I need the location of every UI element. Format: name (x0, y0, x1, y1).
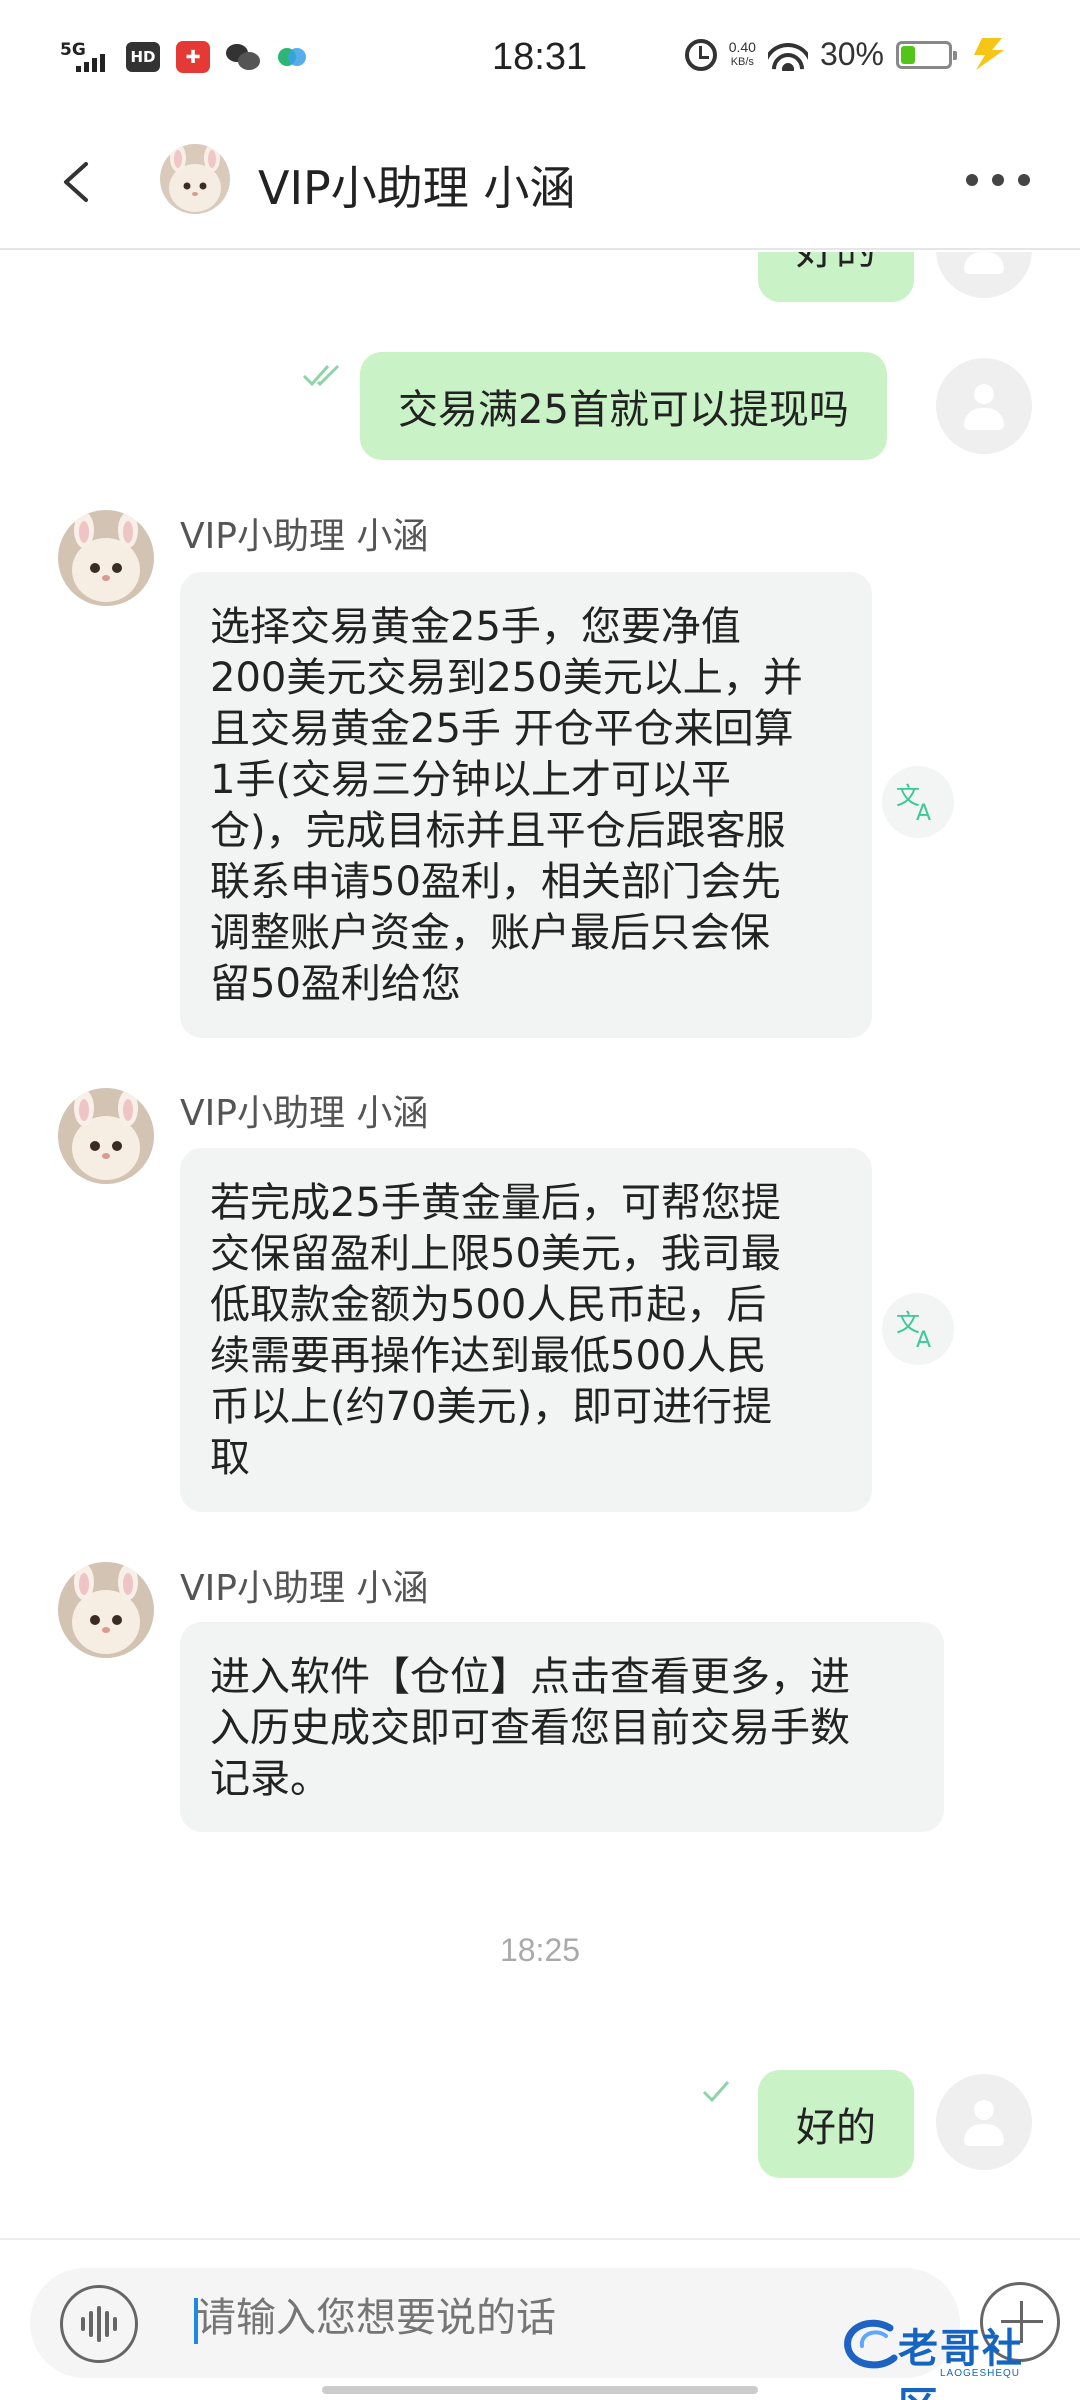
agent-avatar[interactable] (58, 1562, 154, 1658)
sender-name: VIP小助理 小涵 (180, 1568, 429, 1609)
outgoing-message[interactable]: 交易满25首就可以提现吗 (360, 352, 887, 460)
contact-avatar[interactable] (160, 144, 230, 214)
self-avatar[interactable] (936, 358, 1032, 454)
message-line: 调整账户资金，账户最后只会保 (210, 910, 770, 956)
input-pill (30, 2268, 960, 2378)
message-line: 入历史成交即可查看您目前交易手数 (210, 1705, 850, 1751)
status-bar: 5G HD ✚ 18:31 0.40 KB/s 30% (0, 0, 1080, 120)
watermark: 老哥社区 LAOGESHEQU (840, 2310, 1060, 2400)
sender-name: VIP小助理 小涵 (180, 516, 429, 557)
message-line: 进入软件【仓位】点击查看更多，进 (210, 1654, 850, 1700)
chat-title: VIP小助理 小涵 (258, 161, 576, 215)
watermark-text: 老哥社区 (898, 2326, 1024, 2400)
read-check-icon (702, 2081, 730, 2102)
watermark-subtext: LAOGESHEQU (940, 2368, 1021, 2379)
self-avatar[interactable] (936, 2074, 1032, 2170)
watermark-logo-icon (844, 2319, 898, 2369)
outgoing-message[interactable]: 好的 (758, 2070, 914, 2178)
translate-button[interactable]: 文 A (882, 766, 954, 838)
message-line: 低取款金额为500人民币起，后 (210, 1282, 767, 1328)
outgoing-message[interactable]: 好的 (758, 252, 914, 302)
message-line: 且交易黄金25手 开仓平仓来回算 (210, 706, 794, 752)
battery-percent: 30% (819, 36, 884, 72)
voice-wave-icon[interactable] (60, 2285, 138, 2363)
message-line: 选择交易黄金25手，您要净值 (210, 604, 741, 650)
app-notification-icon: ✚ (176, 41, 210, 73)
incoming-message[interactable]: 进入软件【仓位】点击查看更多，进 入历史成交即可查看您目前交易手数 记录。 (180, 1622, 944, 1832)
message-line: 200美元交易到250美元以上，并 (210, 655, 803, 701)
incoming-message[interactable]: 选择交易黄金25手，您要净值 200美元交易到250美元以上，并 且交易黄金25… (180, 572, 872, 1038)
svg-text:A: A (916, 801, 931, 822)
translate-button[interactable]: 文 A (882, 1293, 954, 1365)
alarm-icon (684, 38, 717, 71)
message-input[interactable] (196, 2296, 796, 2341)
message-line: 若完成25手黄金量后，可帮您提 (210, 1180, 781, 1226)
cellular-signal-icon: 5G (60, 40, 110, 74)
composer: 老哥社区 LAOGESHEQU (0, 2238, 1080, 2400)
wifi-icon (767, 38, 808, 71)
chevron-left-icon[interactable] (56, 160, 100, 204)
message-line: 仓)，完成目标并且平仓后跟客服 (210, 808, 786, 854)
network-speed: 0.40 KB/s (728, 38, 756, 68)
message-line: 交保留盈利上限50美元，我司最 (210, 1231, 781, 1277)
translate-icon: 文 A (896, 1309, 931, 1349)
svg-text:A: A (916, 1328, 931, 1349)
message-timestamp: 18:25 (499, 1932, 581, 1968)
message-line: 联系申请50盈利，相关部门会先 (210, 859, 781, 905)
message-line: 1手(交易三分钟以上才可以平 (210, 757, 732, 803)
message-line: 续需要再操作达到最低500人民 (210, 1333, 767, 1379)
message-line: 记录。 (210, 1756, 330, 1802)
status-time: 18:31 (492, 36, 588, 78)
charging-bolt-icon (974, 38, 1004, 70)
sender-name: VIP小助理 小涵 (180, 1093, 429, 1134)
chat-header: VIP小助理 小涵 (0, 120, 1080, 250)
message-line: 取 (210, 1435, 250, 1481)
home-indicator[interactable] (322, 2386, 758, 2394)
translate-icon: 文 A (896, 782, 931, 822)
self-avatar[interactable] (936, 252, 1032, 298)
agent-avatar[interactable] (58, 510, 154, 606)
message-line: 币以上(约70美元)，即可进行提 (210, 1384, 773, 1430)
incoming-message[interactable]: 若完成25手黄金量后，可帮您提 交保留盈利上限50美元，我司最 低取款金额为50… (180, 1148, 872, 1512)
agent-avatar[interactable] (58, 1088, 154, 1184)
more-horizontal-icon[interactable] (966, 174, 1030, 188)
message-list[interactable]: 好的 交易满25首就可以提现吗 VIP小助理 小涵 选择交易黄金25手，您要净值… (0, 252, 1080, 2240)
message-line: 留50盈利给您 (210, 961, 461, 1007)
wechat-icon (226, 42, 262, 72)
hd-voice-icon: HD (126, 42, 160, 72)
battery-icon (896, 40, 957, 69)
read-check-icon (302, 364, 340, 386)
app-notification-icon (278, 46, 308, 68)
